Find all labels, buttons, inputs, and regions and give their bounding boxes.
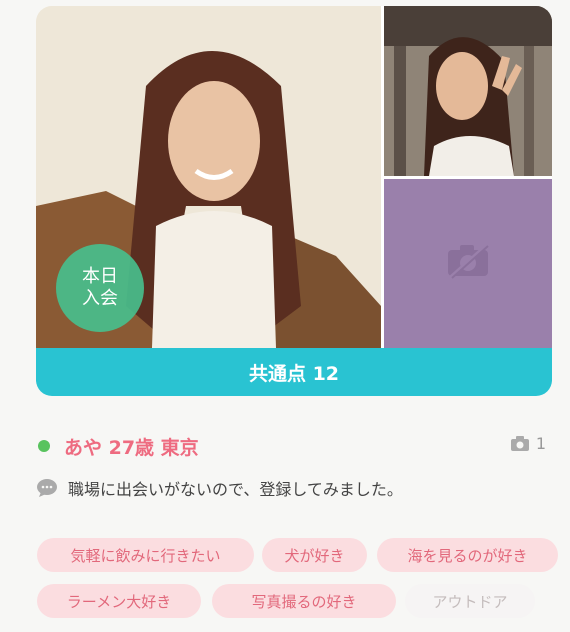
no-photo-icon [448, 244, 489, 280]
tag-item[interactable]: ラーメン大好き [37, 584, 201, 618]
main-photo[interactable]: 本日 入会 [36, 6, 381, 348]
profile-card[interactable]: 本日 入会 共通点 12 [36, 6, 552, 396]
photo-placeholder[interactable] [384, 179, 552, 348]
speech-bubble-icon [37, 479, 57, 497]
tag-item[interactable]: 犬が好き [262, 538, 367, 572]
message-text: 職場に出会いがないので、登録してみました。 [68, 480, 403, 499]
sub-photo[interactable] [384, 6, 552, 176]
sub-photo-image [384, 6, 552, 176]
common-points-bar[interactable]: 共通点 12 [36, 348, 552, 396]
online-status-dot [38, 440, 50, 452]
camera-icon [510, 435, 529, 451]
tag-item[interactable]: 海を見るのが好き [377, 538, 558, 572]
tag-item[interactable]: アウトドア [405, 584, 535, 618]
profile-name-age-area: あや 27歳 東京 [64, 436, 199, 459]
tag-item[interactable]: 写真撮るの好き [212, 584, 396, 618]
profile-message: 職場に出会いがないので、登録してみました。 [36, 474, 550, 502]
photo-count: 1 [510, 434, 546, 453]
badge-line-1: 本日 [82, 266, 118, 287]
common-points-label: 共通点 12 [248, 362, 340, 385]
badge-line-2: 入会 [82, 288, 118, 309]
new-member-badge: 本日 入会 [56, 244, 144, 332]
photo-count-value: 1 [535, 434, 546, 453]
tag-item[interactable]: 気軽に飲みに行きたい [37, 538, 254, 572]
profile-summary: あや 27歳 東京 1 [38, 432, 550, 460]
